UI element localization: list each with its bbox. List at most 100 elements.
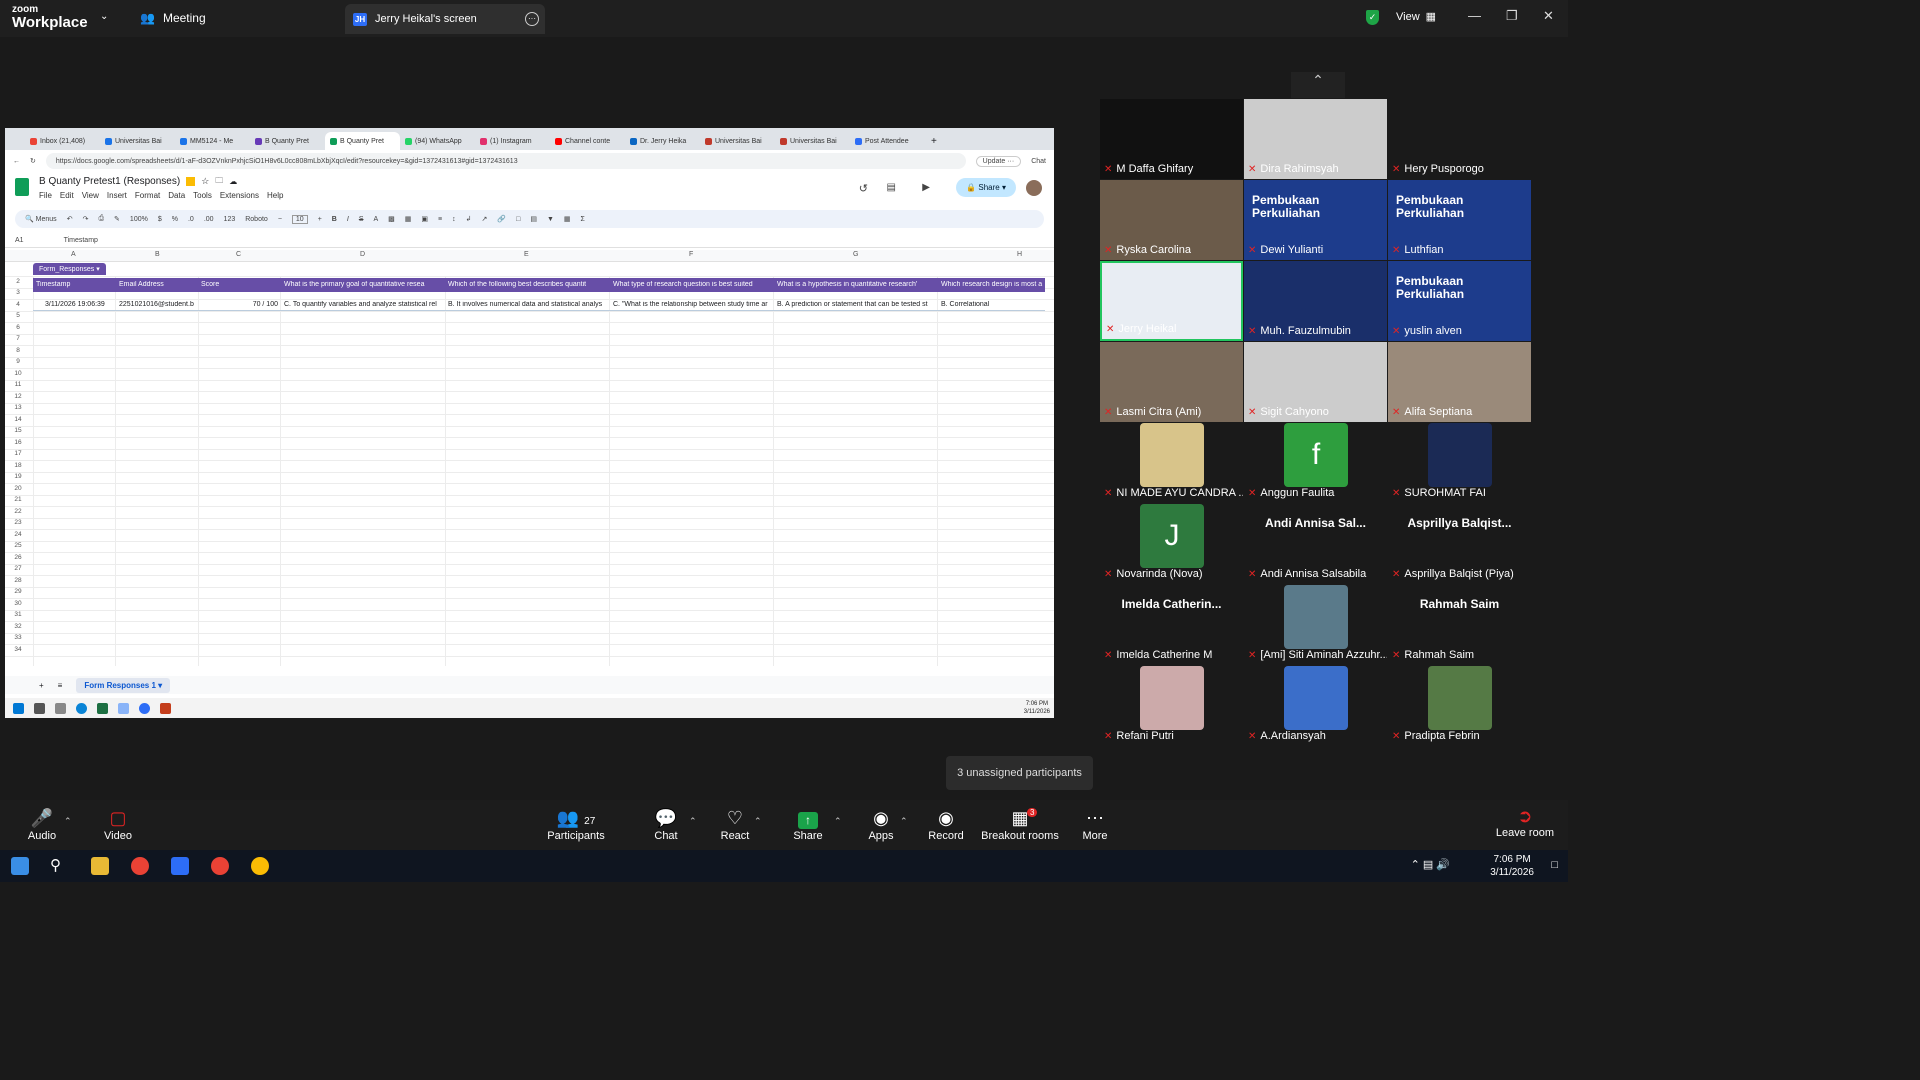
chrome-icon[interactable] [131, 857, 149, 875]
row-number[interactable]: 4 [5, 301, 31, 308]
screen-share-tab[interactable]: JH Jerry Heikal's screen ··· [345, 4, 545, 34]
react-caret-icon[interactable]: ⌃ [754, 816, 762, 827]
collapse-gallery-button[interactable]: ⌃ [1291, 72, 1345, 98]
link-icon[interactable]: 🔗 [497, 215, 506, 223]
table-name-chip[interactable]: Form_Responses ▾ [33, 263, 106, 275]
windows-start-icon[interactable] [11, 857, 29, 875]
col-g[interactable]: G [853, 251, 858, 258]
more-options-icon[interactable]: ··· [525, 12, 539, 26]
leave-room-button[interactable]: ➲ Leave room [1496, 806, 1554, 839]
row-number[interactable]: 5 [5, 312, 31, 319]
row-number[interactable]: 30 [5, 600, 31, 607]
chrome-icon[interactable] [251, 857, 269, 875]
col-c[interactable]: C [236, 251, 241, 258]
participant-tile[interactable]: J ✕ Novarinda (Nova) [1100, 504, 1243, 584]
participant-tile[interactable]: Andi Annisa Sal... ✕ Andi Annisa Salsabila [1244, 504, 1387, 584]
menu-file[interactable]: File [39, 191, 52, 200]
participant-tile[interactable]: ✕ Muh. Fauzulmubin [1244, 261, 1387, 341]
row-number[interactable]: 25 [5, 542, 31, 549]
row-number[interactable]: 14 [5, 416, 31, 423]
views-icon[interactable]: ▦ [564, 215, 571, 223]
wrap-icon[interactable]: ↲ [466, 215, 472, 223]
meet-icon[interactable]: ▶ [922, 182, 930, 193]
document-title[interactable]: B Quanty Pretest1 (Responses) [39, 176, 180, 187]
header-cell[interactable]: What type of research question is best s… [613, 281, 768, 288]
participant-tile[interactable]: ✕ A.Ardiansyah [1244, 666, 1387, 746]
share-caret-icon[interactable]: ⌃ [834, 816, 842, 827]
col-e[interactable]: E [524, 251, 529, 258]
browser-tab[interactable]: B Quanty Pret [250, 132, 325, 150]
header-cell[interactable]: Which of the following best describes qu… [448, 281, 603, 288]
participant-tile[interactable]: Rahmah Saim ✕ Rahmah Saim [1388, 585, 1531, 665]
percent-format[interactable]: % [172, 216, 178, 223]
system-clock[interactable]: 7:06 PM 3/11/2026 [1490, 853, 1534, 879]
row-number[interactable]: 16 [5, 439, 31, 446]
cell[interactable]: 2251021016@student.b [119, 301, 199, 308]
menu-tools[interactable]: Tools [193, 191, 212, 200]
participant-tile[interactable]: ✕ NI MADE AYU CANDRA ... [1100, 423, 1243, 503]
fill-color-icon[interactable]: ▩ [388, 215, 395, 223]
col-h[interactable]: H [1017, 251, 1022, 258]
browser-tab-active[interactable]: B Quanty Pret [325, 132, 400, 150]
history-icon[interactable]: ↺ [859, 182, 868, 195]
menu-edit[interactable]: Edit [60, 191, 74, 200]
cell[interactable]: B. A prediction or statement that can be… [777, 301, 937, 308]
participant-tile[interactable]: ✕ Pradipta Febrin [1388, 666, 1531, 746]
gemini-chat-button[interactable]: Chat [1031, 158, 1046, 165]
col-d[interactable]: D [360, 251, 365, 258]
row-number[interactable]: 15 [5, 427, 31, 434]
zoom-workplace-logo[interactable]: zoom Workplace [12, 5, 88, 31]
row-number[interactable]: 11 [5, 381, 31, 388]
participants-button[interactable]: 👥 27 Participants [541, 806, 611, 842]
chevron-down-icon[interactable]: ⌄ [100, 11, 108, 22]
browser-tab[interactable]: Universitas Bai [775, 132, 850, 150]
rotate-icon[interactable]: ↗ [482, 215, 488, 223]
row-number[interactable]: 26 [5, 554, 31, 561]
participant-tile[interactable]: ✕ Hery Pusporogo [1388, 99, 1531, 179]
share-button[interactable]: 🔒 Share ▾ [956, 178, 1016, 197]
avatar[interactable] [1026, 180, 1042, 196]
update-button[interactable]: Update ··· [975, 155, 1022, 167]
more-button[interactable]: ⋯ More [1060, 806, 1130, 842]
minimize-icon[interactable]: — [1468, 8, 1481, 23]
participant-tile[interactable]: ✕ Dira Rahimsyah [1244, 99, 1387, 179]
col-f[interactable]: F [689, 251, 693, 258]
search-menus[interactable]: 🔍 Menus [25, 215, 57, 223]
browser-tab[interactable]: MM5124 - Me [175, 132, 250, 150]
security-shield[interactable]: ✓ [1366, 10, 1379, 25]
paint-format-icon[interactable]: ✎ [114, 215, 120, 223]
row-number[interactable]: 34 [5, 646, 31, 653]
functions-icon[interactable]: Σ [581, 216, 585, 223]
participant-tile[interactable]: ✕ Ryska Carolina [1100, 180, 1243, 260]
row-number[interactable]: 23 [5, 519, 31, 526]
search-icon[interactable]: ⚲ [50, 857, 68, 875]
participant-tile[interactable]: Pembukaan Perkuliahan ✕ Dewi Yulianti [1244, 180, 1387, 260]
participant-tile[interactable]: Imelda Catherin... ✕ Imelda Catherine M [1100, 585, 1243, 665]
participant-tile[interactable]: ✕ Sigit Cahyono [1244, 342, 1387, 422]
font-size-plus[interactable]: + [318, 216, 322, 223]
meeting-tab[interactable]: 👥 Meeting [140, 11, 206, 25]
row-number[interactable]: 3 [5, 289, 31, 296]
close-icon[interactable]: ✕ [1543, 8, 1554, 24]
font-size-minus[interactable]: − [278, 216, 282, 223]
menu-format[interactable]: Format [135, 191, 160, 200]
row-number[interactable]: 17 [5, 450, 31, 457]
col-a[interactable]: A [71, 251, 76, 258]
header-cell[interactable]: What is a hypothesis in quantitative res… [777, 281, 932, 288]
menu-help[interactable]: Help [267, 191, 283, 200]
participant-tile[interactable]: ✕ Lasmi Citra (Ami) [1100, 342, 1243, 422]
header-cell[interactable]: Email Address [119, 281, 197, 288]
participant-tile[interactable]: Pembukaan Perkuliahan ✕ Luthfian [1388, 180, 1531, 260]
unassigned-participants-tooltip[interactable]: 3 unassigned participants [946, 756, 1093, 790]
formula-input[interactable]: Timestamp [64, 237, 98, 244]
header-cell[interactable]: Score [201, 281, 279, 288]
participant-tile[interactable]: ✕ M Daffa Ghifary [1100, 99, 1243, 179]
bold-icon[interactable]: B [332, 216, 337, 223]
share-screen-button[interactable]: ↑ Share [773, 806, 843, 842]
tray-icons[interactable]: ⌃ ▤ 🔊 [1411, 858, 1450, 871]
row-number[interactable]: 29 [5, 588, 31, 595]
forms-link-icon[interactable] [186, 177, 196, 186]
row-number[interactable]: 33 [5, 634, 31, 641]
header-cell[interactable]: Timestamp [36, 281, 114, 288]
browser-tab[interactable]: (94) WhatsApp [400, 132, 475, 150]
